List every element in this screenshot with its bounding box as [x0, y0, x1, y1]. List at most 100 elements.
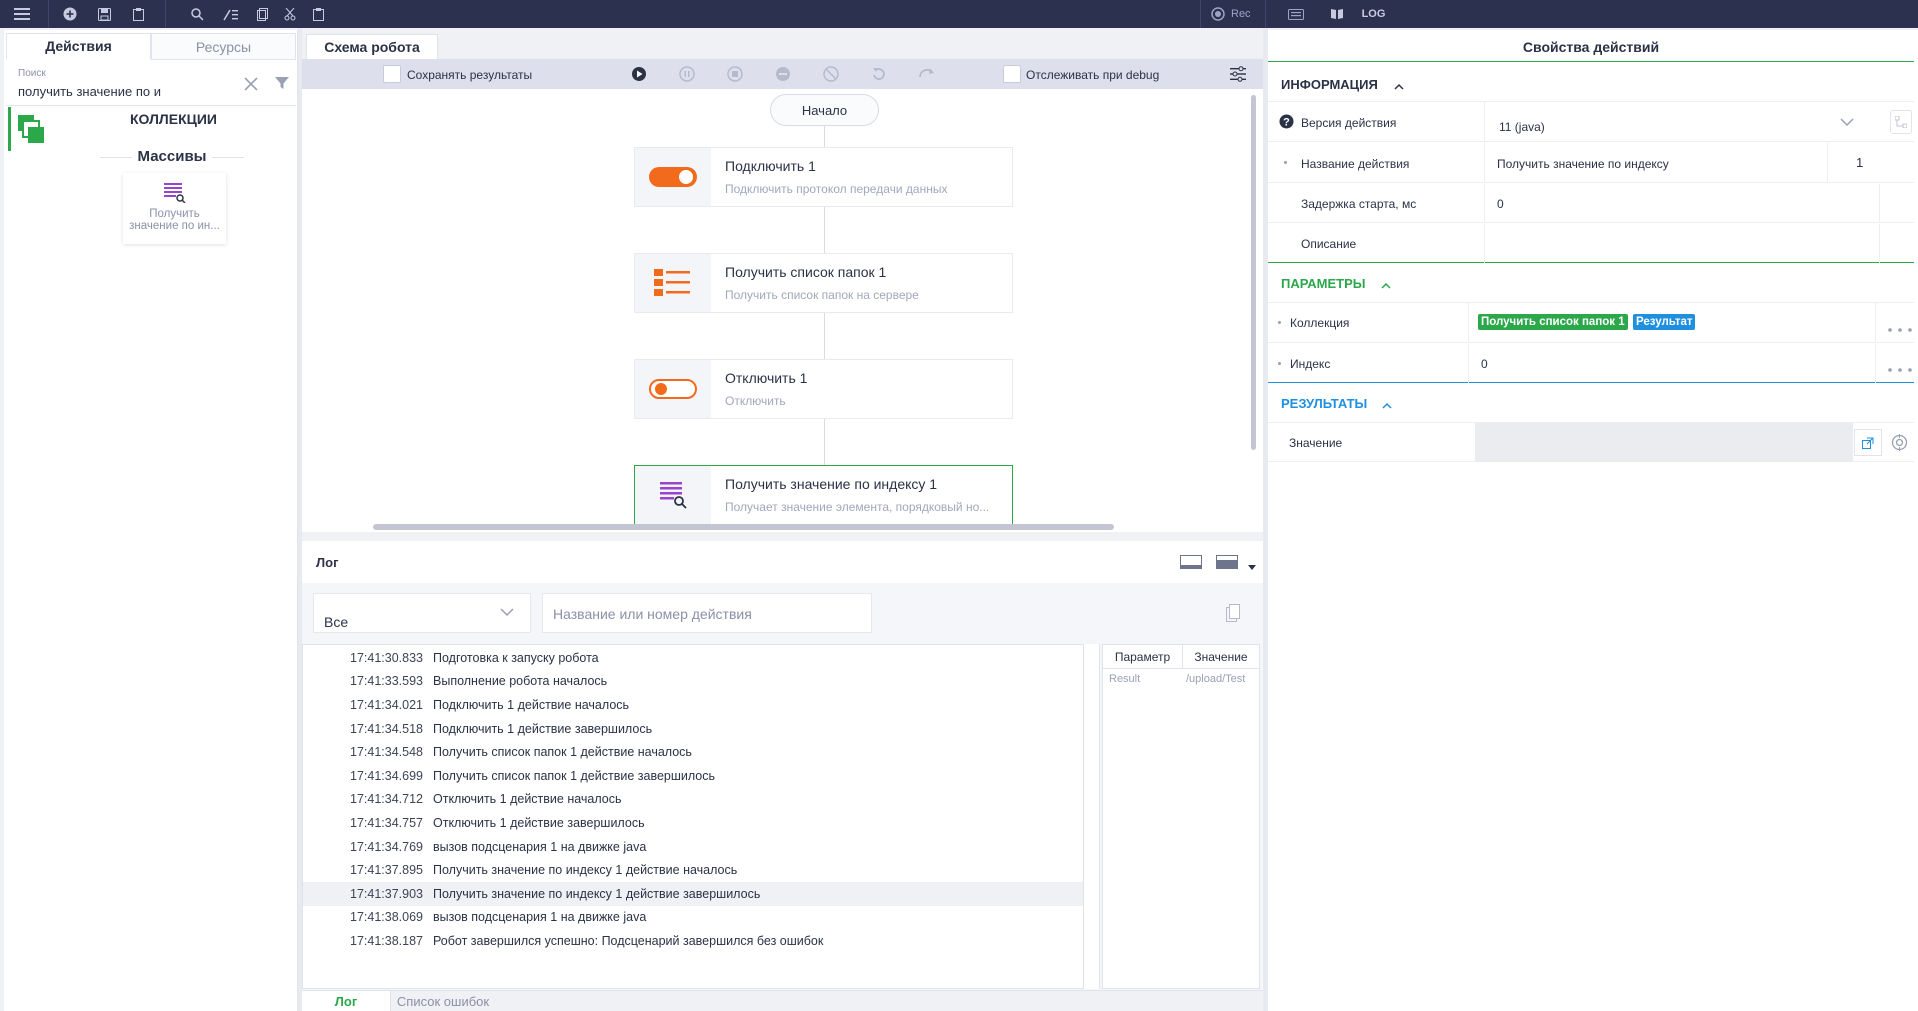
search-box: Поиск получить значение по и — [6, 62, 296, 106]
book-icon[interactable] — [1330, 8, 1344, 20]
track-debug-label: Отслеживать при debug — [1026, 68, 1160, 82]
name-input[interactable]: Получить значение по индексу — [1484, 143, 1828, 183]
log-filter-select[interactable]: Все — [313, 593, 531, 633]
save-icon[interactable] — [87, 0, 121, 28]
export-icon[interactable] — [1854, 429, 1882, 456]
results-section-header[interactable]: РЕЗУЛЬТАТЫ — [1268, 385, 1914, 423]
log-line[interactable]: 17:41:34.769 вызов подсценария 1 на движк… — [303, 835, 1083, 859]
name-label: Название действия — [1301, 157, 1410, 171]
horizontal-scrollbar[interactable] — [373, 524, 1114, 530]
keyboard-icon[interactable] — [1287, 8, 1304, 20]
log-time: 17:41:33.593 — [350, 674, 423, 689]
schema-tab[interactable]: Схема робота — [306, 34, 438, 59]
search-icon[interactable] — [180, 0, 214, 28]
clipboard-icon[interactable] — [121, 0, 155, 28]
menu-icon[interactable] — [0, 0, 44, 28]
log-header — [302, 541, 1263, 583]
log-line[interactable]: 17:41:34.699 Получить список папок 1 дейс… — [303, 764, 1083, 788]
params-section-title: ПАРАМЕТРЫ — [1281, 276, 1366, 291]
settings-sliders-icon[interactable] — [1230, 66, 1246, 85]
collection-input[interactable]: Получить список папок 1 Результат — [1468, 303, 1876, 343]
log-message: Подготовка к запуску робота — [433, 650, 599, 665]
flow-block-list-folders[interactable]: Получить список папок 1 Получить список п… — [634, 253, 1013, 313]
tab-log[interactable]: Лог — [302, 991, 390, 1011]
copy-log-icon[interactable] — [1226, 604, 1240, 625]
log-button[interactable]: LOG — [1362, 8, 1386, 20]
collection-label: Коллекция — [1290, 316, 1350, 330]
cut-icon[interactable] — [276, 0, 304, 28]
flow-block-disconnect[interactable]: Отключить 1 Отключить — [634, 359, 1013, 419]
log-line[interactable]: 17:41:38.069 вызов подсценария 1 на движк… — [303, 906, 1083, 930]
record-icon[interactable] — [1211, 7, 1225, 21]
name-value: Получить значение по индексу — [1497, 157, 1669, 171]
layout-single-icon[interactable] — [1180, 555, 1202, 572]
index-input[interactable]: 0 — [1468, 344, 1876, 383]
tab-error-list[interactable]: Список ошибок — [390, 991, 495, 1011]
vertical-scrollbar[interactable] — [1251, 95, 1256, 450]
record-button[interactable]: Rec — [1231, 8, 1251, 20]
more-icon[interactable] — [1888, 361, 1912, 375]
log-line[interactable]: 17:41:34.712 Отключить 1 действие началос… — [303, 788, 1083, 812]
chevron-down-icon[interactable] — [1248, 560, 1256, 574]
version-label: Версия действия — [1301, 116, 1397, 130]
params-section-header[interactable]: ПАРАМЕТРЫ — [1268, 265, 1914, 303]
log-line[interactable]: 17:41:34.548 Получить список папок 1 дейс… — [303, 740, 1083, 764]
flow-block-get-by-index[interactable]: Получить значение по индексу 1 Получает з… — [634, 465, 1013, 525]
block-title: Отключить 1 — [725, 370, 808, 386]
search-label: Поиск — [18, 68, 46, 79]
filter-icon[interactable] — [275, 76, 289, 93]
layout-split-icon[interactable] — [1216, 555, 1238, 572]
log-lines: 17:41:30.833 Подготовка к запуску робота 1… — [303, 646, 1083, 953]
clear-icon[interactable] — [244, 77, 258, 94]
category-collections[interactable]: КОЛЛЕКЦИИ — [8, 107, 296, 151]
tab-actions[interactable]: Действия — [6, 33, 151, 60]
log-time: 17:41:34.769 — [350, 839, 423, 854]
description-input[interactable] — [1484, 224, 1880, 263]
log-line[interactable]: 17:41:34.757 Отключить 1 действие заверши… — [303, 811, 1083, 835]
collection-tag-result[interactable]: Результат — [1633, 314, 1696, 330]
save-results-checkbox[interactable] — [383, 65, 401, 83]
collection-tag-source[interactable]: Получить список папок 1 — [1478, 314, 1628, 330]
name-number[interactable]: 1 — [1856, 155, 1863, 170]
divider — [1200, 0, 1201, 28]
log-line[interactable]: 17:41:34.518 Подключить 1 действие заверш… — [303, 717, 1083, 741]
log-line[interactable]: 17:41:34.021 Подключить 1 действие начало… — [303, 693, 1083, 717]
track-debug-checkbox[interactable] — [1003, 65, 1021, 83]
help-icon[interactable]: ? — [1279, 114, 1294, 132]
target-icon[interactable] — [1891, 434, 1908, 454]
more-icon[interactable] — [1888, 321, 1912, 335]
divider — [165, 0, 166, 28]
log-time: 17:41:34.757 — [350, 815, 423, 830]
info-section-header[interactable]: ИНФОРМАЦИЯ — [1268, 66, 1914, 102]
tab-resources[interactable]: Ресурсы — [151, 33, 296, 60]
start-node[interactable]: Начало — [770, 94, 879, 126]
version-select[interactable]: 11 (java) — [1484, 102, 1876, 142]
paste-icon[interactable] — [304, 0, 332, 28]
description-label: Описание — [1301, 237, 1357, 251]
log-scroll-track[interactable] — [1084, 644, 1100, 989]
log-message: Получить список папок 1 действие заверши… — [433, 768, 716, 783]
log-search-input[interactable]: Название или номер действия — [542, 593, 872, 633]
edit-list-icon[interactable] — [214, 0, 248, 28]
add-icon[interactable] — [53, 0, 87, 28]
action-card[interactable]: Получить значение по ин... — [123, 173, 226, 244]
log-line[interactable]: 17:41:37.903 Получить значение по индексу… — [303, 881, 1083, 906]
copy-icon[interactable] — [248, 0, 276, 28]
chevron-down-icon — [1840, 116, 1854, 130]
log-message: Робот завершился успешно: Подсценарий за… — [433, 933, 824, 948]
index-row: Индекс 0 — [1268, 344, 1914, 383]
delay-input[interactable]: 0 — [1484, 184, 1880, 223]
branch-icon[interactable] — [1890, 110, 1912, 134]
save-results-label: Сохранять результаты — [407, 68, 533, 82]
log-time: 17:41:34.699 — [350, 768, 423, 783]
bullet-dot — [1278, 362, 1281, 365]
play-icon[interactable] — [631, 66, 647, 85]
left-tabs: Действия Ресурсы — [6, 33, 296, 60]
log-line[interactable]: 17:41:33.593 Выполнение робота началось — [303, 670, 1083, 694]
log-line[interactable]: 17:41:37.895 Получить значение по индексу… — [303, 858, 1083, 882]
flow-block-connect[interactable]: Подключить 1 Подключить протокол передачи… — [634, 147, 1013, 207]
log-line[interactable]: 17:41:30.833 Подготовка к запуску робота — [303, 646, 1083, 670]
log-bottom-tabs: Лог Список ошибок — [302, 990, 1263, 1011]
log-line[interactable]: 17:41:38.187 Робот завершился успешно: По… — [303, 929, 1083, 953]
search-input[interactable]: получить значение по и — [18, 84, 161, 99]
